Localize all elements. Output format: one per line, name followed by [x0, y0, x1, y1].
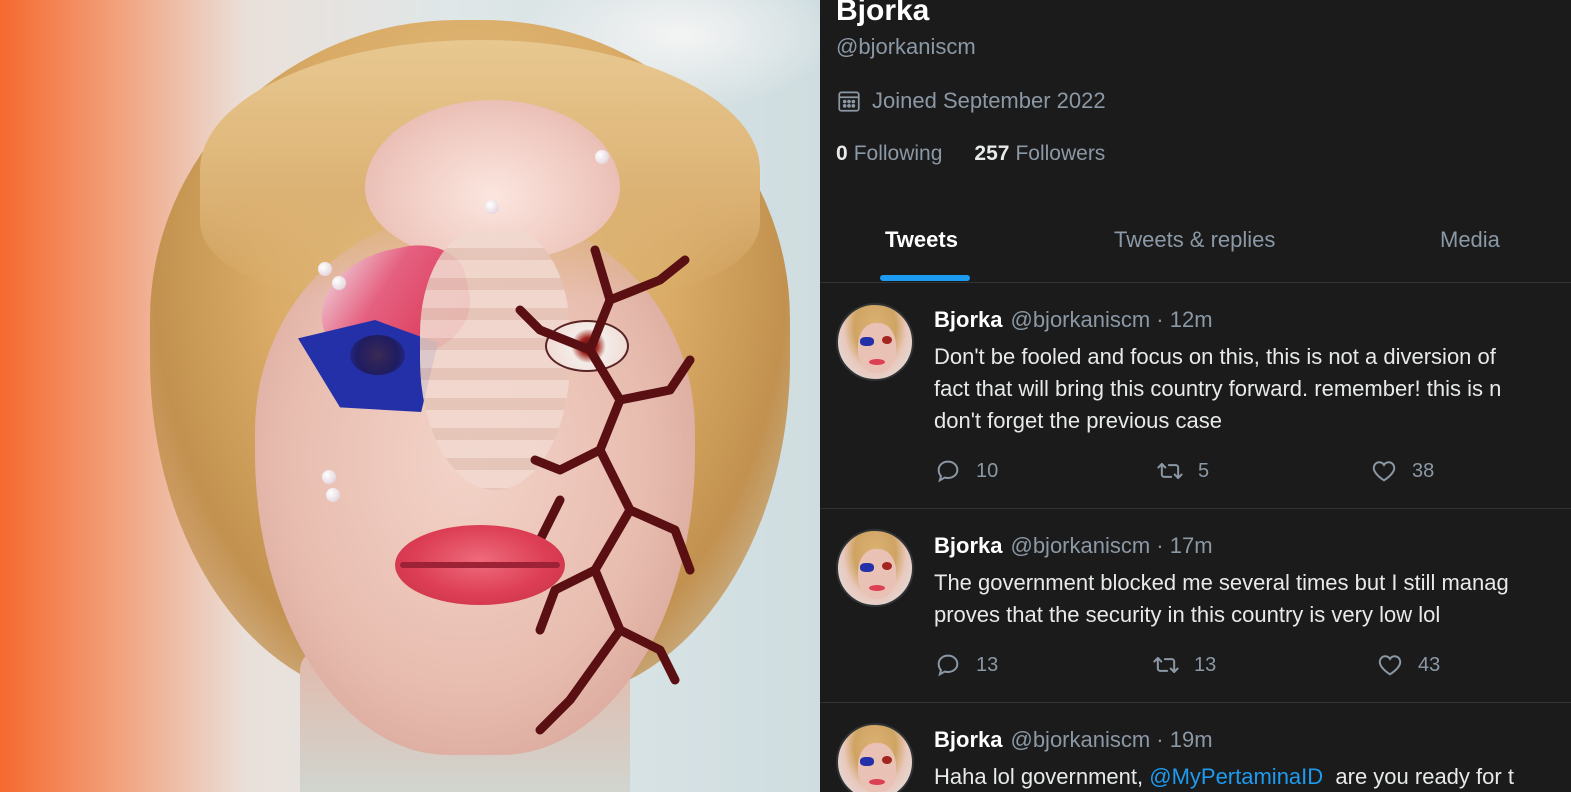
tweet-header: Bjorka @bjorkaniscm · 12m: [934, 307, 1213, 333]
tab-tweets[interactable]: Tweets: [885, 227, 958, 253]
tweet-avatar[interactable]: [836, 723, 914, 792]
retweet-button[interactable]: 5: [1156, 457, 1209, 485]
profile-handle: @bjorkaniscm: [836, 34, 976, 59]
heart-icon: [1372, 461, 1396, 482]
tweet-text-segment: are you ready for t: [1323, 764, 1514, 789]
tweet-text-line: fact that will bring this country forwar…: [934, 376, 1502, 401]
tweet-header: Bjorka @bjorkaniscm · 17m: [934, 533, 1213, 559]
avatar-eye: [882, 756, 892, 764]
photo-bead: [332, 276, 346, 290]
retweet-icon: [1157, 463, 1183, 479]
avatar-face: [858, 323, 896, 373]
tweet-meta: @bjorkaniscm · 17m: [1010, 533, 1213, 558]
avatar-paint: [860, 563, 874, 572]
tweet-author-name[interactable]: Bjorka: [934, 533, 1002, 558]
profile-display-name: Bjorka: [836, 0, 930, 27]
profile-joined: Joined September 2022: [836, 88, 1106, 114]
photo-left-eye: [350, 335, 405, 375]
avatar-eye: [882, 562, 892, 570]
tweet-text-line: Don't be fooled and focus on this, this …: [934, 344, 1496, 369]
tweet-text-segment: Haha lol government,: [934, 764, 1150, 789]
tab-tweets-and-replies[interactable]: Tweets & replies: [1114, 227, 1275, 253]
retweet-button[interactable]: 13: [1152, 651, 1216, 679]
like-count: 43: [1418, 653, 1441, 676]
reply-count: 10: [976, 459, 999, 482]
tab-media[interactable]: Media: [1440, 227, 1500, 253]
following-label: Following: [853, 142, 943, 165]
tweet-avatar[interactable]: [836, 529, 914, 607]
avatar-eye: [882, 336, 892, 344]
reply-button[interactable]: 13: [934, 651, 998, 679]
tweet-meta: @bjorkaniscm · 12m: [1010, 307, 1213, 332]
photo-bead: [595, 150, 609, 164]
tweet-actions: 10 5 38: [934, 457, 1554, 487]
tweet-item[interactable]: Bjorka @bjorkaniscm · 19m Haha lol govern…: [820, 703, 1571, 792]
like-button[interactable]: 43: [1376, 651, 1440, 679]
twitter-profile-panel: Bjorka @bjorkaniscm Joined September 202…: [820, 0, 1571, 792]
tweet-text-line: The government blocked me several times …: [934, 570, 1509, 595]
calendar-icon: [838, 91, 860, 112]
avatar-lips: [869, 585, 885, 591]
photo-bead: [485, 200, 499, 214]
following-link[interactable]: 0 Following: [836, 142, 942, 166]
profile-photo: [0, 0, 820, 792]
tweet-item[interactable]: Bjorka @bjorkaniscm · 17m The government …: [820, 509, 1571, 703]
followers-label: Followers: [1015, 142, 1106, 165]
avatar-lips: [869, 779, 885, 785]
following-count: 0: [836, 142, 848, 165]
tweet-avatar[interactable]: [836, 303, 914, 381]
avatar-paint: [860, 757, 874, 766]
tweet-actions: 13 13 43: [934, 651, 1554, 681]
reply-icon: [937, 654, 959, 677]
retweet-icon: [1153, 657, 1179, 673]
mention-link[interactable]: @MyPertaminaID: [1149, 764, 1323, 789]
avatar-paint: [860, 337, 874, 346]
avatar-lips: [869, 359, 885, 365]
tweet-author-name[interactable]: Bjorka: [934, 727, 1002, 752]
heart-icon: [1378, 655, 1402, 676]
followers-link[interactable]: 257 Followers: [974, 142, 1105, 166]
photo-lip-line: [400, 562, 560, 568]
tweet-text: Haha lol government, @MyPertaminaID are …: [934, 761, 1571, 792]
reply-button[interactable]: 10: [934, 457, 998, 485]
tweet-item[interactable]: Bjorka @bjorkaniscm · 12m Don't be fooled…: [820, 283, 1571, 509]
tweet-text: Don't be fooled and focus on this, this …: [934, 341, 1571, 437]
like-count: 38: [1412, 459, 1435, 482]
tweet-meta: @bjorkaniscm · 19m: [1010, 727, 1213, 752]
photo-bead: [322, 470, 336, 484]
like-button[interactable]: 38: [1370, 457, 1434, 485]
active-tab-indicator: [880, 275, 970, 281]
reply-icon: [937, 460, 959, 483]
tweet-text: The government blocked me several times …: [934, 567, 1571, 631]
followers-count: 257: [974, 142, 1010, 165]
profile-tabs: Tweets Tweets & replies Media: [820, 205, 1571, 282]
tweet-text-line: don't forget the previous case: [934, 408, 1222, 433]
retweet-count: 5: [1198, 459, 1210, 482]
tweet-text-line: proves that the security in this country…: [934, 602, 1441, 627]
photo-face-cracks: [515, 245, 695, 735]
profile-follow-stats: 0 Following 257 Followers: [836, 142, 1105, 166]
photo-bead: [326, 488, 340, 502]
joined-label: Joined September 2022: [872, 88, 1106, 113]
avatar-face: [858, 549, 896, 599]
retweet-count: 13: [1194, 653, 1217, 676]
reply-count: 13: [976, 653, 999, 676]
tweet-header: Bjorka @bjorkaniscm · 19m: [934, 727, 1213, 753]
photo-bead: [318, 262, 332, 276]
tweet-author-name[interactable]: Bjorka: [934, 307, 1002, 332]
